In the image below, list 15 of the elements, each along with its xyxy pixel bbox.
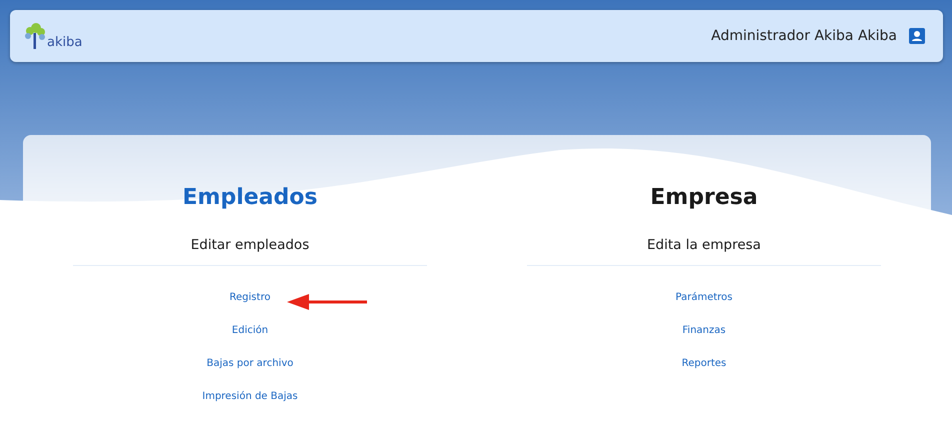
section-title: Empleados	[182, 185, 318, 212]
user-name: Administrador Akiba Akiba	[711, 28, 897, 44]
menu-link[interactable]: Impresión de Bajas	[202, 390, 298, 404]
section-subtitle: Edita la empresa	[647, 237, 761, 253]
logo-text: akiba	[47, 36, 82, 49]
menu-link[interactable]: Edición	[232, 324, 268, 338]
section-subtitle: Editar empleados	[190, 237, 310, 253]
menu-link[interactable]: Parámetros	[676, 291, 732, 305]
user-icon[interactable]	[909, 28, 925, 44]
tree-icon	[24, 23, 46, 49]
menu-link[interactable]: Finanzas	[682, 324, 726, 338]
menu-link[interactable]: Registro	[230, 291, 270, 305]
section-title: Empresa	[650, 185, 758, 212]
menu-link[interactable]: Bajas por archivo	[206, 357, 294, 371]
menu-link[interactable]: Reportes	[682, 357, 726, 371]
